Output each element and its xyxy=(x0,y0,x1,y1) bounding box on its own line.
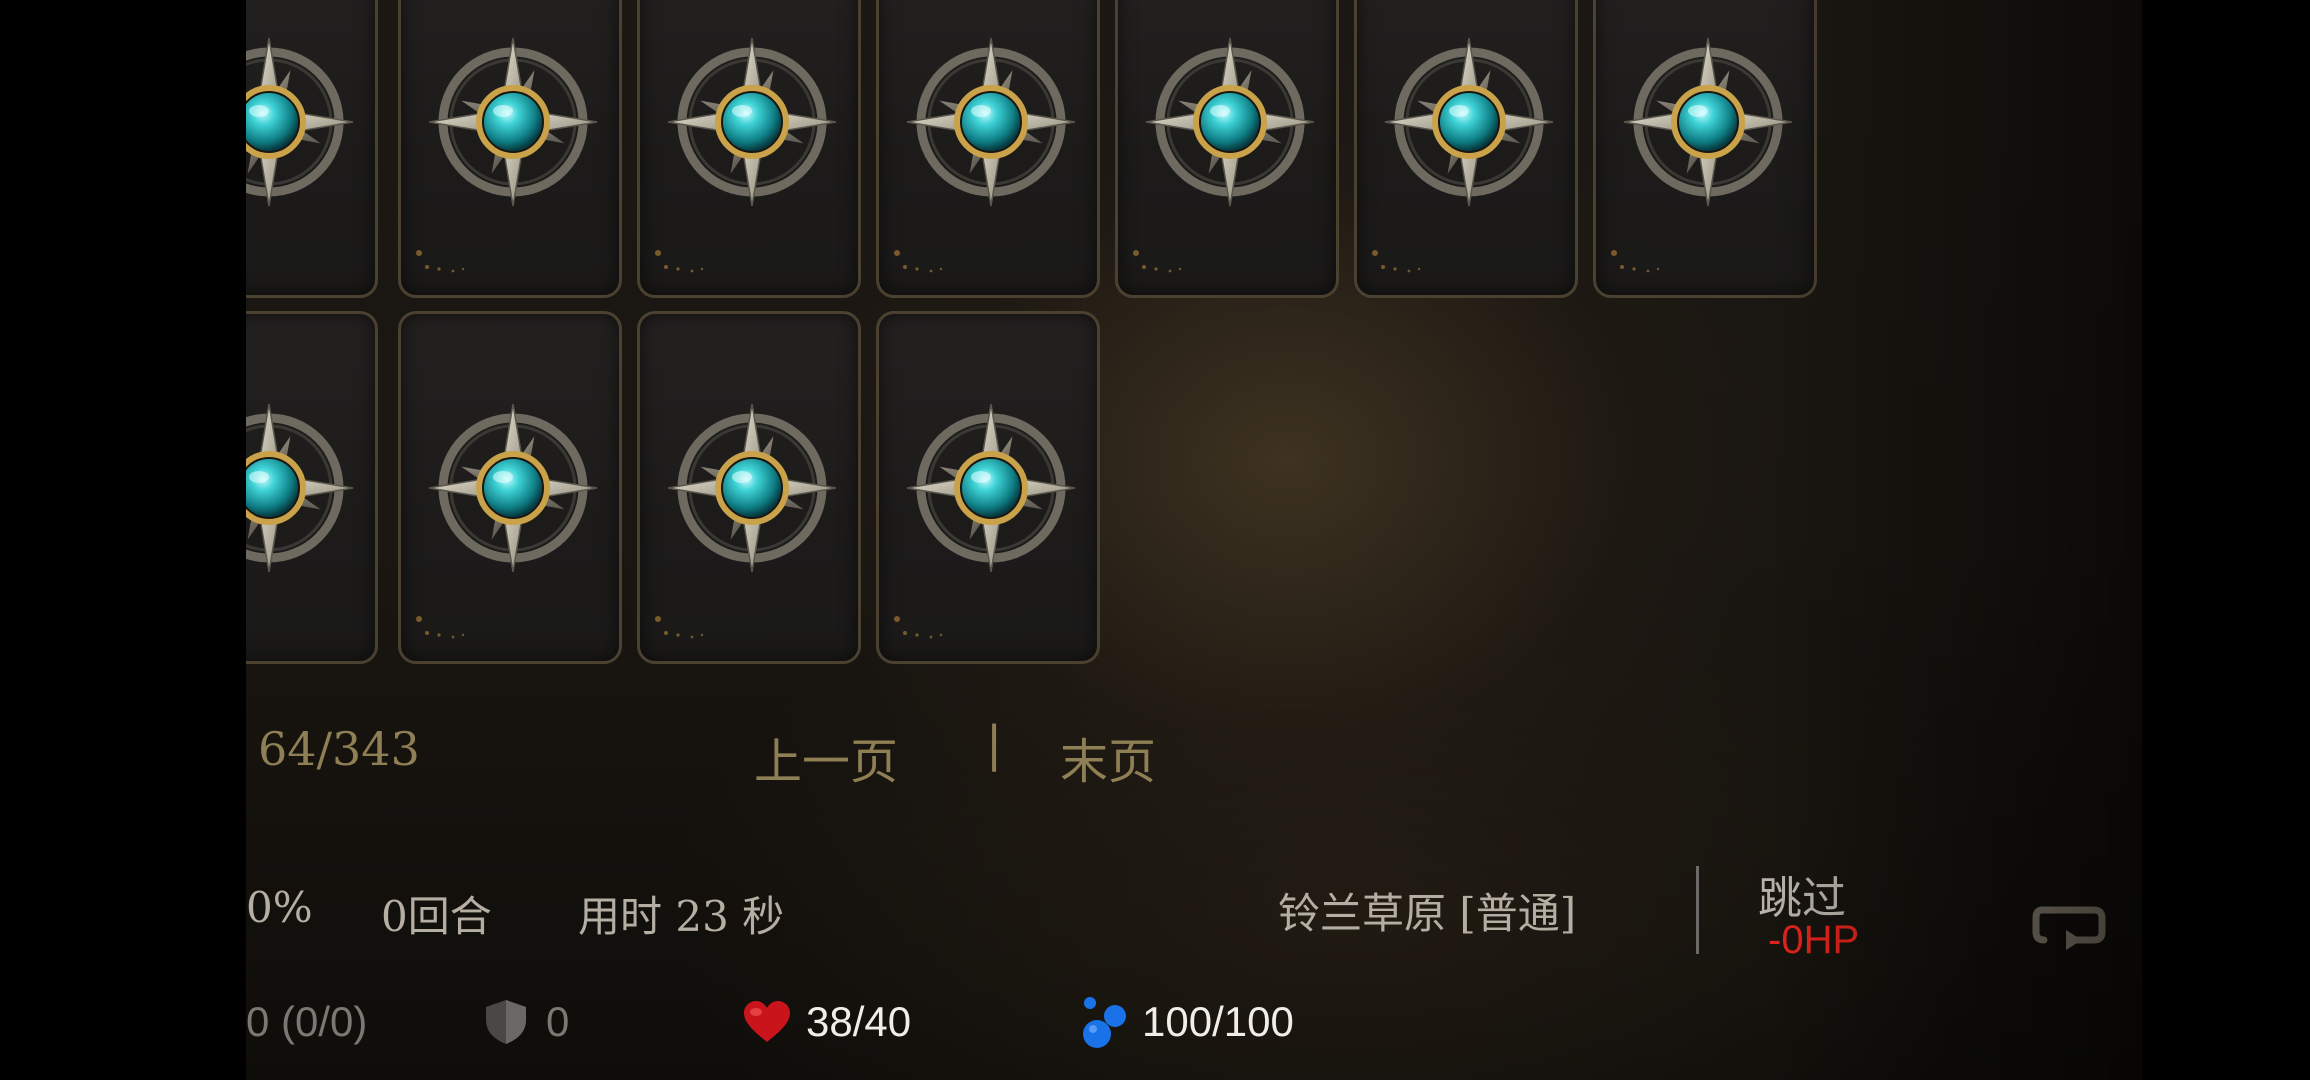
page-counter: 64/343 xyxy=(258,722,420,776)
compass-star-emblem-icon xyxy=(662,32,842,212)
compass-star-emblem-icon xyxy=(1379,32,1559,212)
compass-star-emblem-icon xyxy=(246,398,359,578)
status-divider xyxy=(1696,866,1699,954)
attack-value: 0 (0/0) xyxy=(246,998,368,1045)
card-face-down[interactable] xyxy=(1593,0,1817,298)
compass-star-emblem-icon xyxy=(1618,32,1798,212)
card-face-down[interactable] xyxy=(398,311,622,664)
card-face-down[interactable] xyxy=(1115,0,1339,298)
card-specks xyxy=(1130,249,1190,277)
card-specks xyxy=(891,249,951,277)
compass-star-emblem-icon xyxy=(662,398,842,578)
card-face-down[interactable] xyxy=(637,0,861,298)
game-screen: 64/343 上一页 | 末页 0% 0回合 用时 23 秒 铃兰草原 [普通]… xyxy=(246,0,2142,1080)
back-icon[interactable] xyxy=(2032,902,2108,952)
heart-icon xyxy=(744,1001,790,1042)
card-specks xyxy=(1369,249,1429,277)
card-face-down[interactable] xyxy=(876,311,1100,664)
card-specks xyxy=(652,615,712,643)
prev-page-button[interactable]: 上一页 xyxy=(754,722,898,792)
compass-star-emblem-icon xyxy=(901,398,1081,578)
card-face-down[interactable] xyxy=(637,311,861,664)
card-specks xyxy=(1608,249,1668,277)
compass-star-emblem-icon xyxy=(901,32,1081,212)
progress-percent: 0% xyxy=(246,883,313,932)
shield-icon xyxy=(486,1000,526,1044)
turn-count: 0回合 xyxy=(381,892,492,941)
stage-name: 铃兰草原 [普通] xyxy=(1278,889,1577,938)
hp-value: 38/40 xyxy=(806,998,912,1045)
card-face-down[interactable] xyxy=(1354,0,1578,298)
compass-star-emblem-icon xyxy=(423,32,603,212)
card-specks xyxy=(891,615,951,643)
mp-value: 100/100 xyxy=(1142,998,1294,1045)
card-specks xyxy=(652,249,712,277)
card-face-down[interactable] xyxy=(876,0,1100,298)
card-face-down[interactable] xyxy=(246,0,378,298)
compass-star-emblem-icon xyxy=(423,398,603,578)
compass-star-emblem-icon xyxy=(1140,32,1320,212)
skip-cost: -0HP xyxy=(1768,918,1860,962)
compass-star-emblem-icon xyxy=(246,32,359,212)
last-page-button[interactable]: 末页 xyxy=(1060,722,1156,792)
time-used: 用时 23 秒 xyxy=(578,892,785,941)
card-face-down[interactable] xyxy=(246,311,378,664)
card-face-down[interactable] xyxy=(398,0,622,298)
shield-value: 0 xyxy=(546,998,570,1045)
mana-drops-icon xyxy=(1083,997,1126,1048)
page-separator: | xyxy=(986,716,1003,772)
card-specks xyxy=(413,615,473,643)
card-specks xyxy=(413,249,473,277)
skip-button[interactable]: 跳过 xyxy=(1758,862,1846,926)
